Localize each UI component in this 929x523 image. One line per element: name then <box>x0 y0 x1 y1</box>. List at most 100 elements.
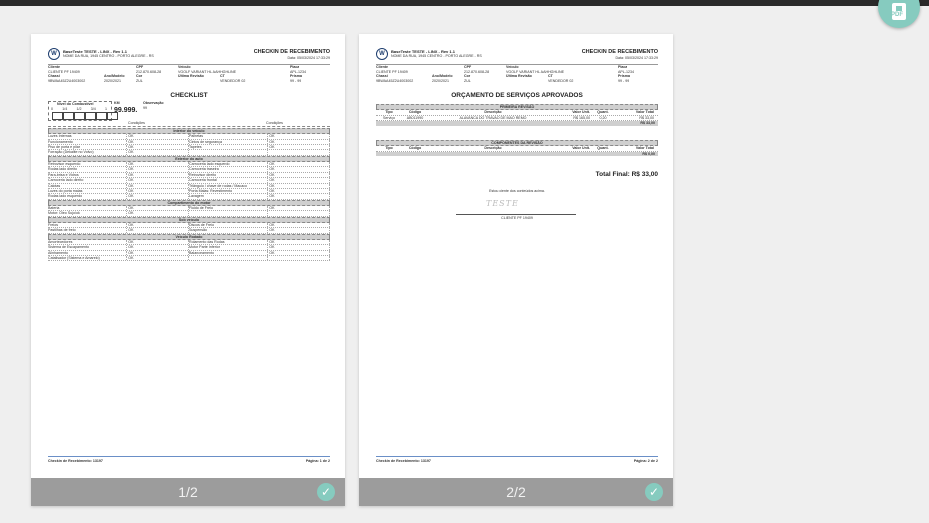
checklist-item-label: Retrovisor direito <box>189 172 269 178</box>
conditions-label: Condições <box>128 121 145 125</box>
checklist-item-condition: OK <box>127 167 189 172</box>
col-tipo: Tipo <box>385 110 393 115</box>
conditions-label: Condições <box>266 121 283 125</box>
page-footer-bar: 1/2 ✓ <box>31 478 345 506</box>
checklist-item-label: Carroceria lado esquerdo <box>189 161 269 167</box>
checklist-item-condition: OK <box>127 250 189 255</box>
footer-divider <box>48 456 330 457</box>
page-thumbnail-1[interactable]: W BaseTeste TESTE - LINX - Rev 1.1 NOME … <box>31 34 345 506</box>
checklist-item-label: Discos de Freio <box>189 222 269 228</box>
checklist-item-condition: OK <box>268 222 330 228</box>
checklist-item-label: Balanceamento <box>189 250 269 255</box>
checklist-item-condition: OK <box>127 205 189 211</box>
col-codigo: Código <box>408 110 422 115</box>
checklist-item-condition: OK <box>127 150 189 155</box>
checklist-item-condition: OK <box>127 239 189 245</box>
value-ct: VENDEDOR 02 <box>220 78 246 83</box>
cell-valor-total: R$ 33,00 <box>639 115 654 120</box>
page-indicator: 2/2 <box>506 484 526 500</box>
km-label: KM <box>114 101 120 105</box>
checklist-item-condition: OK <box>268 172 330 178</box>
fuel-label: Nível do Combustível <box>57 102 94 106</box>
checklist-item-label: Tapetes <box>189 144 269 150</box>
checklist-item-condition: OK <box>127 211 189 216</box>
document-date: Data: 05/03/2024 17:33:29 <box>615 56 658 60</box>
fuel-scale-tick: 0 <box>51 107 53 111</box>
cell-tipo: Serviço <box>383 115 395 120</box>
checklist-item-label: Rolamento das Rodas <box>189 239 269 245</box>
col-codigo: Código <box>408 146 422 151</box>
checklist-item-label: Carroceria lado direito <box>48 178 128 183</box>
checklist-item-label: Motor Parte Inferior <box>189 245 269 250</box>
checklist-item-label: Fluido de Freio <box>189 205 269 211</box>
col-valor-unit: Valor Unit. <box>572 146 590 151</box>
checklist-item-label: Forração (Dekalite no Volvo) <box>48 150 128 155</box>
document-title: CHECKIN DE RECEBIMENTO <box>253 49 330 55</box>
checklist-item-label: Rodas lado direito <box>48 167 128 172</box>
checklist-item-condition: OK <box>127 188 189 194</box>
checklist-item-condition: OK <box>268 250 330 255</box>
checklist-item-label: Carroceria traseira <box>189 167 269 172</box>
fuel-scale: 0 1/4 1/2 3/4 1 <box>51 107 107 111</box>
page-footer-right: Página: 1 de 2 <box>305 459 330 463</box>
col-descricao: Descrição <box>484 146 502 151</box>
fuel-scale-tick: 1 <box>105 107 107 111</box>
selected-check-icon[interactable]: ✓ <box>645 483 663 501</box>
page-1-sheet: W BaseTeste TESTE - LINX - Rev 1.1 NOME … <box>48 48 330 478</box>
page-footer-left: Checkin de Recebimento: 13197 <box>48 459 103 463</box>
col-valor-total: Valor Total <box>635 110 654 115</box>
observation-label: Observação <box>143 101 164 105</box>
footer-divider <box>376 456 658 457</box>
checklist-item-label: Pastilhas de freio <box>48 228 128 233</box>
subtotal: R$ 0,00 <box>376 151 658 157</box>
checklist-item-label: Freios <box>48 222 128 228</box>
value-prisma: 99 - 99 <box>618 78 630 83</box>
signature: TESTE <box>486 199 519 208</box>
company-address: NOME DA RUA, 1945 CENTRO - PORTO ALEGRE … <box>63 54 154 58</box>
col-valor-total: Valor Total <box>635 146 654 151</box>
total-final: Total Final: R$ 33,00 <box>595 171 658 178</box>
checklist-item-condition: OK <box>268 194 330 199</box>
checklist-table: Interior do veículo Luzes Internas OK Palhe… <box>48 128 330 262</box>
checklist-item-condition: OK <box>268 134 330 139</box>
pdf-download-button[interactable]: PDF <box>878 0 920 28</box>
value-ct: VENDEDOR 02 <box>548 78 574 83</box>
checklist-item-label: Alinhamento <box>48 250 128 255</box>
selected-check-icon[interactable]: ✓ <box>317 483 335 501</box>
km-value: 99.999. <box>114 107 138 114</box>
fuel-scale-tick: 1/2 <box>76 107 82 111</box>
checklist-item-condition: OK <box>127 134 189 139</box>
value-cor: ZUL <box>464 78 471 83</box>
checklist-item-condition: OK <box>268 178 330 183</box>
checklist-item-condition: OK <box>127 222 189 228</box>
checklist-item-label: Para-brisa e Vidros <box>48 172 128 178</box>
checklist-item-label: Piso de porta e pilar <box>48 144 128 150</box>
vw-logo-icon: W <box>48 48 60 60</box>
checklist-item-label <box>189 150 269 155</box>
checklist-item-label: Calotas <box>48 183 128 188</box>
checklist-item-condition: OK <box>127 228 189 233</box>
checklist-item-condition: OK <box>268 161 330 167</box>
checklist-item-label: Funcionamento <box>48 139 128 144</box>
checklist-item-condition: OK <box>268 205 330 211</box>
pdf-file-icon: PDF <box>891 3 906 20</box>
fuel-scale-tick: 1/4 <box>62 107 68 111</box>
checklist-item-condition <box>268 211 330 216</box>
cell-quant: 0,20 <box>599 115 607 120</box>
fuel-scale-tick: 3/4 <box>90 107 96 111</box>
value-ano-modelo: 2020/2021 <box>432 78 449 83</box>
value-chassi: 9BWAA45Z2U4003002 <box>376 78 414 83</box>
checklist-item-condition: OK <box>268 188 330 194</box>
checklist-item-condition: OK <box>268 183 330 188</box>
budget-title: ORÇAMENTO DE SERVIÇOS APROVADOS <box>451 92 583 99</box>
page-2-sheet: W BaseTeste TESTE - LINX - Rev 1.1 NOME … <box>376 48 658 478</box>
checklist-item-condition: OK <box>268 139 330 144</box>
page-thumbnail-2[interactable]: W BaseTeste TESTE - LINX - Rev 1.1 NOME … <box>359 34 673 506</box>
checklist-item-label: Motor: Óleo Sujo/ok <box>48 211 128 216</box>
cell-codigo: AB011990 <box>406 115 424 120</box>
observation-value: 99 <box>143 106 147 110</box>
subtotal: R$ 33,00 <box>376 121 658 126</box>
value-ano-modelo: 2020/2021 <box>104 78 121 83</box>
services-table: PRIMEIRA REVISÃO Tipo Código Descrição V… <box>376 104 658 126</box>
value-prisma: 99 - 99 <box>290 78 302 83</box>
